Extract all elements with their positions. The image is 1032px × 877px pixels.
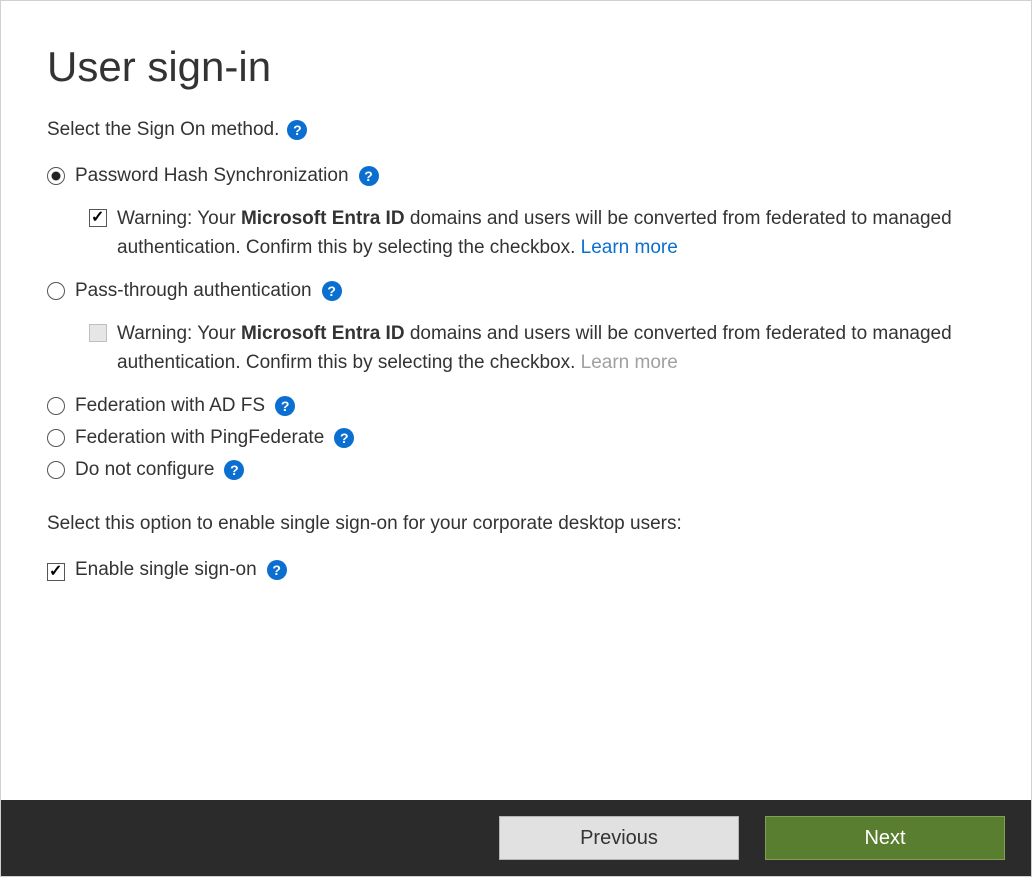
help-icon[interactable]: ? bbox=[322, 281, 342, 301]
help-icon[interactable]: ? bbox=[334, 428, 354, 448]
signin-method-group: Password Hash Synchronization ? Warning:… bbox=[47, 165, 985, 481]
help-icon[interactable]: ? bbox=[275, 396, 295, 416]
option-none[interactable]: Do not configure ? bbox=[47, 459, 985, 481]
phs-warning-text: Warning: Your Microsoft Entra ID domains… bbox=[117, 205, 985, 262]
option-adfs[interactable]: Federation with AD FS ? bbox=[47, 395, 985, 417]
pta-warning-bold: Microsoft Entra ID bbox=[241, 323, 405, 344]
radio-ping[interactable] bbox=[47, 429, 65, 447]
option-phs-label: Password Hash Synchronization bbox=[75, 165, 349, 187]
pta-warning-text: Warning: Your Microsoft Entra ID domains… bbox=[117, 320, 985, 377]
option-phs[interactable]: Password Hash Synchronization ? bbox=[47, 165, 985, 187]
pta-warning-checkbox bbox=[89, 324, 107, 342]
sso-intro: Select this option to enable single sign… bbox=[47, 513, 985, 535]
help-icon[interactable]: ? bbox=[267, 560, 287, 580]
radio-pta[interactable] bbox=[47, 282, 65, 300]
phs-warning-block: Warning: Your Microsoft Entra ID domains… bbox=[89, 205, 985, 262]
option-pta[interactable]: Pass-through authentication ? bbox=[47, 280, 985, 302]
sso-label: Enable single sign-on bbox=[75, 559, 257, 581]
radio-none[interactable] bbox=[47, 461, 65, 479]
help-icon[interactable]: ? bbox=[287, 120, 307, 140]
sso-checkbox[interactable] bbox=[47, 563, 65, 581]
sso-section: Select this option to enable single sign… bbox=[47, 513, 985, 581]
option-ping[interactable]: Federation with PingFederate ? bbox=[47, 427, 985, 449]
phs-warning-checkbox[interactable] bbox=[89, 209, 107, 227]
option-none-label: Do not configure bbox=[75, 459, 214, 481]
phs-learn-more-link[interactable]: Learn more bbox=[581, 237, 678, 258]
pta-warning-block: Warning: Your Microsoft Entra ID domains… bbox=[89, 320, 985, 377]
pta-learn-more-link: Learn more bbox=[581, 352, 678, 373]
phs-warning-prefix: Warning: Your bbox=[117, 208, 241, 229]
next-button[interactable]: Next bbox=[765, 816, 1005, 860]
main-content: User sign-in Select the Sign On method. … bbox=[1, 1, 1031, 800]
sso-row[interactable]: Enable single sign-on ? bbox=[47, 559, 985, 581]
footer-bar: Previous Next bbox=[1, 800, 1031, 876]
previous-button[interactable]: Previous bbox=[499, 816, 739, 860]
help-icon[interactable]: ? bbox=[359, 166, 379, 186]
intro-text: Select the Sign On method. bbox=[47, 119, 279, 141]
radio-adfs[interactable] bbox=[47, 397, 65, 415]
help-icon[interactable]: ? bbox=[224, 460, 244, 480]
option-ping-label: Federation with PingFederate bbox=[75, 427, 324, 449]
option-adfs-label: Federation with AD FS bbox=[75, 395, 265, 417]
page-title: User sign-in bbox=[47, 43, 985, 91]
pta-warning-prefix: Warning: Your bbox=[117, 323, 241, 344]
option-pta-label: Pass-through authentication bbox=[75, 280, 312, 302]
intro-row: Select the Sign On method. ? bbox=[47, 119, 985, 141]
phs-warning-bold: Microsoft Entra ID bbox=[241, 208, 405, 229]
radio-phs[interactable] bbox=[47, 167, 65, 185]
